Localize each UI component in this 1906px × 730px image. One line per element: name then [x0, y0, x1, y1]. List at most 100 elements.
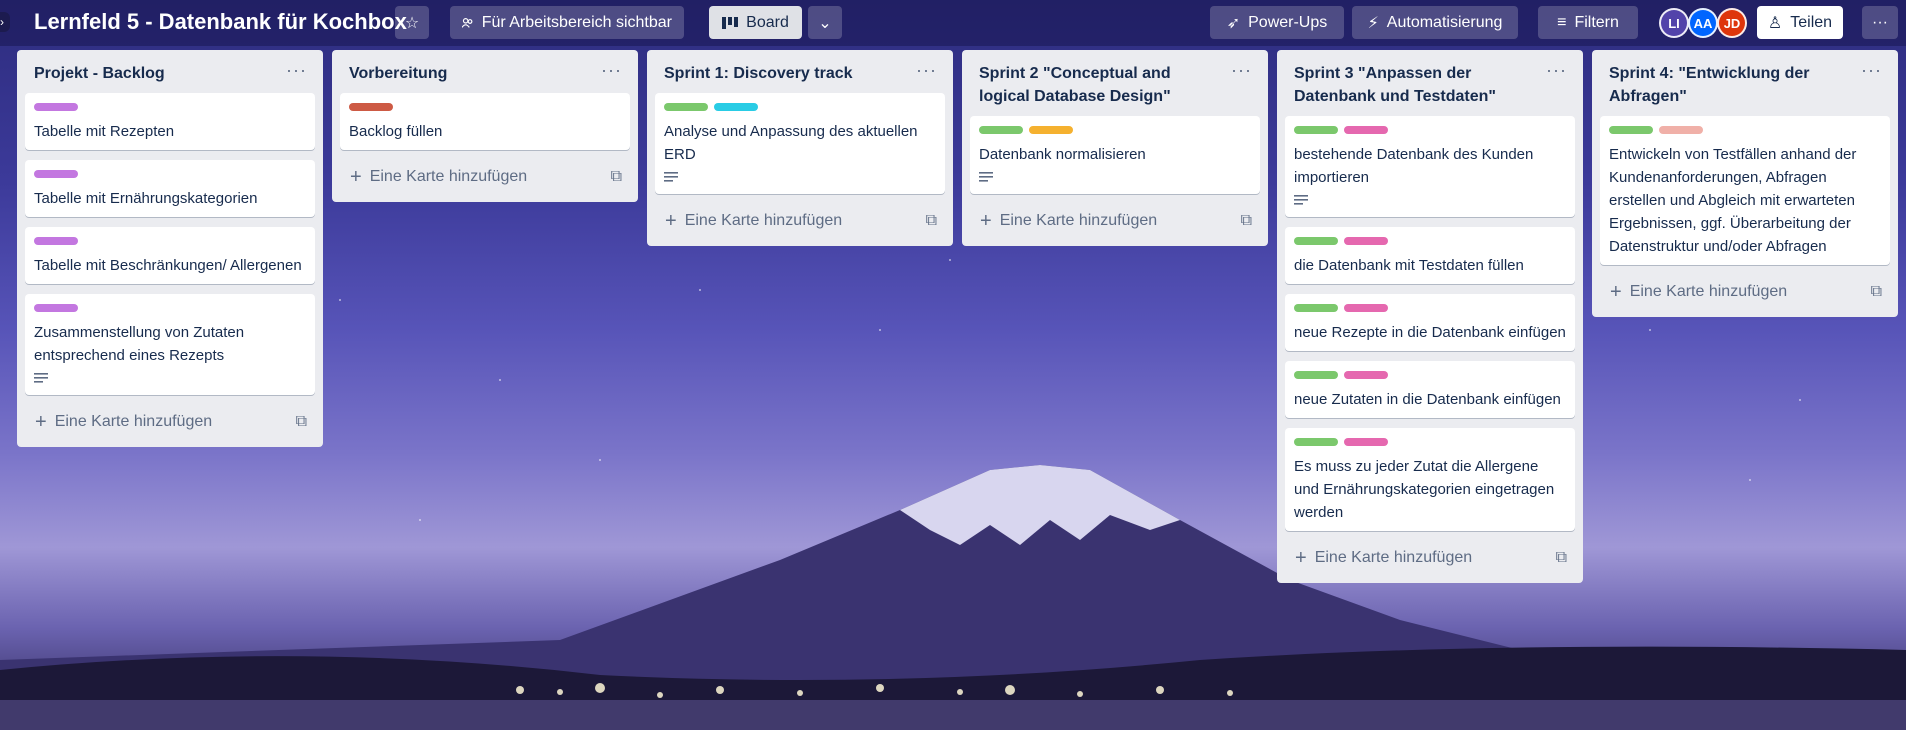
- card[interactable]: neue Rezepte in die Datenbank einfügen: [1285, 294, 1575, 351]
- sidebar-expand-icon[interactable]: ›: [0, 12, 10, 32]
- card-template-icon[interactable]: ⧉: [1871, 283, 1882, 301]
- list-menu-icon[interactable]: ···: [593, 61, 622, 79]
- card-label-sky[interactable]: [714, 103, 758, 111]
- list-title[interactable]: Sprint 3 "Anpassen der Datenbank und Tes…: [1294, 62, 1538, 108]
- card-template-icon[interactable]: ⧉: [1556, 549, 1567, 567]
- list-title[interactable]: Vorbereitung: [349, 62, 447, 85]
- add-card-button[interactable]: + Eine Karte hinzufügen ⧉: [655, 204, 945, 238]
- card-title: Tabelle mit Rezepten: [34, 123, 175, 140]
- card[interactable]: Entwickeln von Testfällen anhand der Kun…: [1600, 116, 1890, 265]
- card-template-icon[interactable]: ⧉: [611, 168, 622, 186]
- powerups-label: Power-Ups: [1248, 13, 1328, 31]
- card-title: Tabelle mit Ernährungskategorien: [34, 190, 258, 207]
- more-icon: ···: [1872, 13, 1888, 31]
- card-label-green[interactable]: [1609, 126, 1653, 134]
- list: Vorbereitung ··· Backlog füllen + Eine Ka…: [332, 50, 638, 202]
- board-view-label: Board: [746, 13, 789, 31]
- card-label-pink[interactable]: [1344, 237, 1388, 245]
- description-icon: [1294, 195, 1308, 205]
- card-label-orange[interactable]: [1029, 126, 1073, 134]
- card[interactable]: Backlog füllen: [340, 93, 630, 150]
- list: Sprint 4: "Entwicklung der Abfragen" ···…: [1592, 50, 1898, 317]
- list-menu-icon[interactable]: ···: [908, 61, 937, 79]
- list-title[interactable]: Sprint 2 "Conceptual and logical Databas…: [979, 62, 1223, 108]
- card[interactable]: Tabelle mit Beschränkungen/ Allergenen: [25, 227, 315, 284]
- card-label-purple[interactable]: [34, 237, 78, 245]
- card[interactable]: neue Zutaten in die Datenbank einfügen: [1285, 361, 1575, 418]
- share-button[interactable]: ♙ Teilen: [1757, 6, 1843, 39]
- card-title: neue Zutaten in die Datenbank einfügen: [1294, 391, 1561, 408]
- card-label-pink[interactable]: [1344, 371, 1388, 379]
- board-header: › Lernfeld 5 - Datenbank für Kochbox ☆ F…: [0, 0, 1906, 46]
- card-label-salmon[interactable]: [1659, 126, 1703, 134]
- avatar[interactable]: JD: [1717, 8, 1747, 38]
- card[interactable]: Tabelle mit Ernährungskategorien: [25, 160, 315, 217]
- board-icon: [722, 16, 739, 29]
- board-view-button[interactable]: Board: [709, 6, 802, 39]
- card[interactable]: Analyse und Anpassung des aktuellen ERD: [655, 93, 945, 194]
- card-label-pink[interactable]: [1344, 438, 1388, 446]
- add-card-button[interactable]: + Eine Karte hinzufügen ⧉: [1285, 541, 1575, 575]
- powerups-button[interactable]: ➶ Power-Ups: [1210, 6, 1344, 39]
- add-card-label: Eine Karte hinzufügen: [1314, 549, 1473, 566]
- view-switcher-button[interactable]: ⌄: [808, 6, 842, 39]
- list-menu-icon[interactable]: ···: [1853, 61, 1882, 79]
- card-template-icon[interactable]: ⧉: [926, 212, 937, 230]
- add-card-label: Eine Karte hinzufügen: [684, 212, 843, 229]
- add-card-button[interactable]: + Eine Karte hinzufügen ⧉: [340, 160, 630, 194]
- card[interactable]: die Datenbank mit Testdaten füllen: [1285, 227, 1575, 284]
- rocket-icon: ➶: [1226, 14, 1241, 32]
- card-title: Es muss zu jeder Zutat die Allergene und…: [1294, 458, 1555, 521]
- card-template-icon[interactable]: ⧉: [1241, 212, 1252, 230]
- card-label-purple[interactable]: [34, 103, 78, 111]
- visibility-button[interactable]: Für Arbeitsbereich sichtbar: [450, 6, 684, 39]
- board-title[interactable]: Lernfeld 5 - Datenbank für Kochbox: [34, 9, 407, 35]
- card-label-purple[interactable]: [34, 304, 78, 312]
- card-label-green[interactable]: [1294, 304, 1338, 312]
- avatar[interactable]: LI: [1659, 8, 1689, 38]
- plus-icon: +: [1295, 547, 1307, 569]
- star-icon: ☆: [404, 14, 420, 32]
- automation-label: Automatisierung: [1386, 13, 1503, 31]
- add-card-button[interactable]: + Eine Karte hinzufügen ⧉: [25, 405, 315, 439]
- automation-button[interactable]: ⚡ Automatisierung: [1352, 6, 1518, 39]
- filter-button[interactable]: ≡ Filtern: [1538, 6, 1638, 39]
- avatar[interactable]: AA: [1688, 8, 1718, 38]
- card-title: Datenbank normalisieren: [979, 146, 1146, 163]
- card-title: Tabelle mit Beschränkungen/ Allergenen: [34, 257, 302, 274]
- card-label-green[interactable]: [1294, 438, 1338, 446]
- list-title[interactable]: Sprint 1: Discovery track: [664, 62, 853, 85]
- filter-icon: ≡: [1557, 13, 1567, 31]
- card-label-green[interactable]: [1294, 237, 1338, 245]
- add-card-label: Eine Karte hinzufügen: [999, 212, 1158, 229]
- card-label-green[interactable]: [979, 126, 1023, 134]
- card[interactable]: Es muss zu jeder Zutat die Allergene und…: [1285, 428, 1575, 531]
- card-label-red[interactable]: [349, 103, 393, 111]
- card-label-purple[interactable]: [34, 170, 78, 178]
- card[interactable]: Tabelle mit Rezepten: [25, 93, 315, 150]
- add-card-label: Eine Karte hinzufügen: [369, 168, 528, 185]
- list-title[interactable]: Sprint 4: "Entwicklung der Abfragen": [1609, 62, 1853, 108]
- share-label: Teilen: [1790, 13, 1833, 31]
- card-template-icon[interactable]: ⧉: [296, 413, 307, 431]
- card-label-pink[interactable]: [1344, 126, 1388, 134]
- card[interactable]: Zusammenstellung von Zutaten entsprechen…: [25, 294, 315, 395]
- card-label-green[interactable]: [1294, 126, 1338, 134]
- card-label-pink[interactable]: [1344, 304, 1388, 312]
- list-menu-icon[interactable]: ···: [1223, 61, 1252, 79]
- list-title[interactable]: Projekt - Backlog: [34, 62, 165, 85]
- card-label-green[interactable]: [1294, 371, 1338, 379]
- add-card-button[interactable]: + Eine Karte hinzufügen ⧉: [1600, 275, 1890, 309]
- plus-icon: +: [665, 210, 677, 232]
- add-card-button[interactable]: + Eine Karte hinzufügen ⧉: [970, 204, 1260, 238]
- card[interactable]: bestehende Datenbank des Kunden importie…: [1285, 116, 1575, 217]
- description-icon: [664, 172, 678, 182]
- plus-icon: +: [35, 411, 47, 433]
- list-menu-icon[interactable]: ···: [278, 61, 307, 79]
- board-menu-button[interactable]: ···: [1862, 6, 1898, 39]
- list-menu-icon[interactable]: ···: [1538, 61, 1567, 79]
- star-button[interactable]: ☆: [395, 6, 429, 39]
- filter-label: Filtern: [1574, 13, 1619, 31]
- card[interactable]: Datenbank normalisieren: [970, 116, 1260, 194]
- card-label-green[interactable]: [664, 103, 708, 111]
